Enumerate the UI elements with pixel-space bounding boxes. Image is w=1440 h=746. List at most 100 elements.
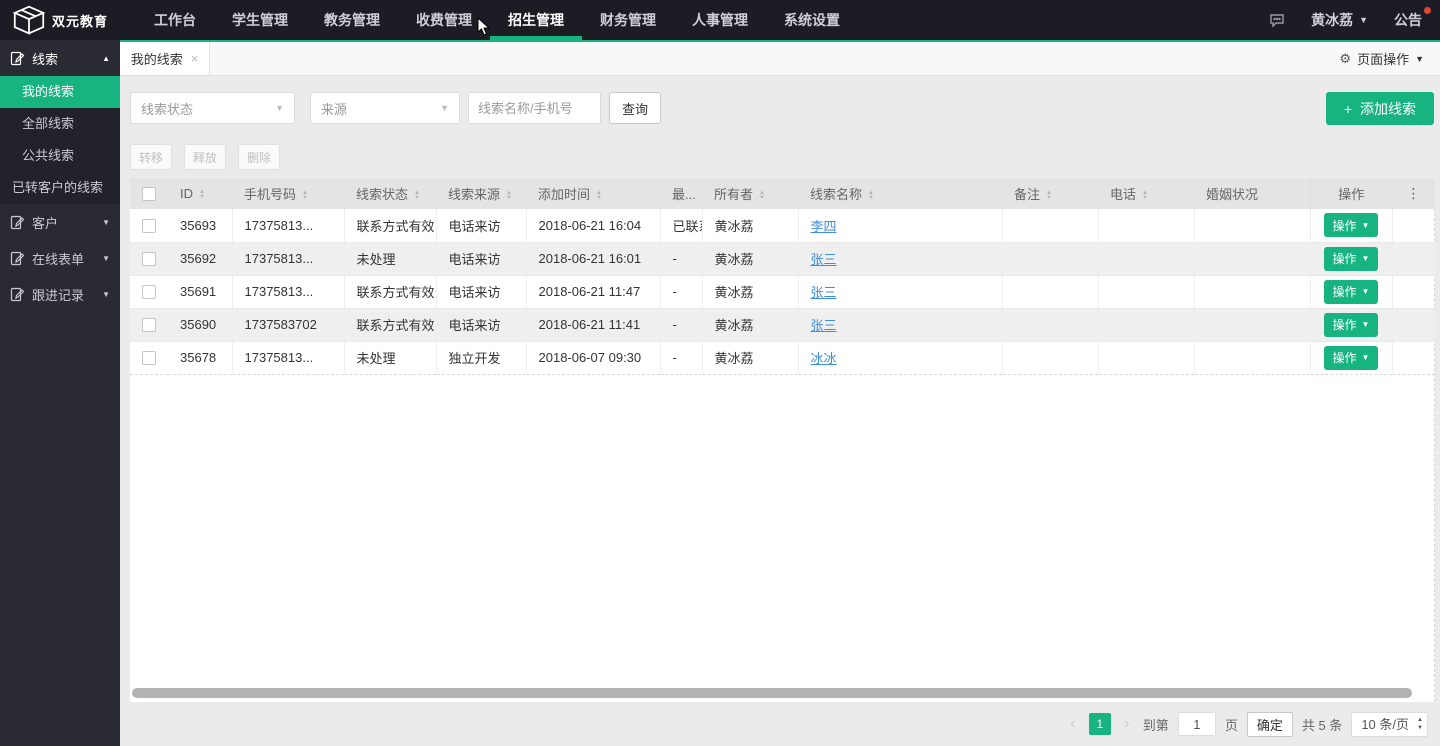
page-actions-menu[interactable]: ⚙ 页面操作 ▼: [1339, 42, 1440, 75]
sort-icon[interactable]: ▲▼: [596, 191, 602, 201]
goto-page-input[interactable]: [1178, 712, 1216, 736]
nav-item-academic[interactable]: 教务管理: [306, 0, 398, 40]
row-action-button[interactable]: 操作▼: [1324, 313, 1379, 337]
prev-page-icon[interactable]: ‹: [1066, 715, 1080, 733]
page-size-select[interactable]: 10 条/页 ▲▼: [1351, 712, 1428, 737]
confirm-page-button[interactable]: 确定: [1247, 712, 1293, 737]
top-menu: 工作台 学生管理 教务管理 收费管理 招生管理 财务管理 人事管理 系统设置: [136, 0, 858, 40]
scrollbar-thumb[interactable]: [132, 688, 1412, 698]
sort-icon[interactable]: ▲▼: [414, 191, 420, 201]
sidebar-group-customers[interactable]: 客户 ▼: [0, 204, 120, 240]
delete-button[interactable]: 删除: [238, 144, 280, 170]
current-page-button[interactable]: 1: [1089, 713, 1111, 735]
col-id[interactable]: ID▲▼: [168, 178, 232, 209]
col-remark[interactable]: 备注▲▼: [1002, 178, 1098, 209]
tab-bar: 我的线索 × ⚙ 页面操作 ▼: [120, 42, 1440, 76]
nav-item-workbench[interactable]: 工作台: [136, 0, 214, 40]
sort-icon[interactable]: ▲▼: [506, 191, 512, 201]
sort-icon[interactable]: ▲▼: [1142, 191, 1148, 201]
row-checkbox[interactable]: [142, 351, 156, 365]
sidebar-group-followup[interactable]: 跟进记录 ▼: [0, 276, 120, 312]
add-lead-button[interactable]: + 添加线索: [1326, 92, 1434, 125]
nav-item-finance[interactable]: 财务管理: [582, 0, 674, 40]
cell-id: 35678: [168, 341, 232, 374]
table-row: 35678 17375813... 未处理 独立开发 2018-06-07 09…: [130, 341, 1435, 374]
transfer-button[interactable]: 转移: [130, 144, 172, 170]
cell-phone: 17375813...: [232, 209, 344, 242]
col-status[interactable]: 线索状态▲▼: [344, 178, 436, 209]
row-action-button[interactable]: 操作▼: [1324, 346, 1379, 370]
cell-marital: [1194, 308, 1310, 341]
page-actions-label: 页面操作: [1357, 49, 1409, 68]
row-action-button[interactable]: 操作▼: [1324, 280, 1379, 304]
close-icon[interactable]: ×: [191, 51, 199, 66]
col-added-time[interactable]: 添加时间▲▼: [526, 178, 660, 209]
col-recent: 最...: [660, 178, 702, 209]
sidebar-group-label: 跟进记录: [32, 285, 84, 304]
lead-name-link[interactable]: 张三: [811, 252, 837, 267]
row-checkbox[interactable]: [142, 285, 156, 299]
cell-added: 2018-06-07 09:30: [526, 341, 660, 374]
query-button[interactable]: 查询: [609, 92, 661, 124]
cell-recent: -: [660, 341, 702, 374]
nav-item-fees[interactable]: 收费管理: [398, 0, 490, 40]
nav-item-students[interactable]: 学生管理: [214, 0, 306, 40]
release-button[interactable]: 释放: [184, 144, 226, 170]
chevron-down-icon: ▼: [1362, 353, 1370, 362]
cell-phone: 17375813...: [232, 341, 344, 374]
chevron-down-icon: ▼: [1362, 254, 1370, 263]
col-tel[interactable]: 电话▲▼: [1098, 178, 1194, 209]
row-action-button[interactable]: 操作▼: [1324, 213, 1379, 237]
lead-status-select[interactable]: 线索状态 ▼: [130, 92, 295, 124]
row-action-button[interactable]: 操作▼: [1324, 247, 1379, 271]
cell-tel: [1098, 209, 1194, 242]
tab-my-leads[interactable]: 我的线索 ×: [120, 42, 210, 75]
sidebar-item-all-leads[interactable]: 全部线索: [0, 108, 120, 140]
cell-recent: -: [660, 308, 702, 341]
sort-icon[interactable]: ▲▼: [759, 191, 765, 201]
sort-icon[interactable]: ▲▼: [199, 190, 205, 200]
sidebar-item-converted-leads[interactable]: 已转客户的线索: [0, 172, 120, 204]
row-checkbox[interactable]: [142, 318, 156, 332]
next-page-icon[interactable]: ›: [1120, 715, 1134, 733]
leads-grid: ID▲▼ 手机号码▲▼ 线索状态▲▼ 线索来源▲▼ 添加时间▲▼ 最... 所有…: [130, 178, 1435, 702]
cell-status: 联系方式有效: [344, 308, 436, 341]
sidebar-group-leads[interactable]: 线索 ▲: [0, 40, 120, 76]
nav-item-hr[interactable]: 人事管理: [674, 0, 766, 40]
table-row: 35692 17375813... 未处理 电话来访 2018-06-21 16…: [130, 242, 1435, 275]
col-name[interactable]: 线索名称▲▼: [798, 178, 1002, 209]
search-input[interactable]: [468, 92, 601, 124]
lead-name-link[interactable]: 张三: [811, 285, 837, 300]
sidebar-group-online-forms[interactable]: 在线表单 ▼: [0, 240, 120, 276]
horizontal-scrollbar[interactable]: [132, 686, 1412, 700]
col-source[interactable]: 线索来源▲▼: [436, 178, 526, 209]
cell-status: 未处理: [344, 242, 436, 275]
sort-icon[interactable]: ▲▼: [1046, 191, 1052, 201]
sort-icon[interactable]: ▲▼: [302, 191, 308, 201]
lead-name-link[interactable]: 冰冰: [811, 351, 837, 366]
cell-remark: [1002, 308, 1098, 341]
announcement-link[interactable]: 公告: [1394, 10, 1422, 30]
select-all-checkbox[interactable]: [142, 187, 156, 201]
chevron-down-icon: ▼: [440, 103, 449, 113]
row-checkbox[interactable]: [142, 219, 156, 233]
document-icon: [10, 51, 25, 66]
col-phone[interactable]: 手机号码▲▼: [232, 178, 344, 209]
source-select[interactable]: 来源 ▼: [310, 92, 460, 124]
nav-item-settings[interactable]: 系统设置: [766, 0, 858, 40]
sidebar-item-public-leads[interactable]: 公共线索: [0, 140, 120, 172]
col-owner[interactable]: 所有者▲▼: [702, 178, 798, 209]
row-checkbox[interactable]: [142, 252, 156, 266]
column-settings-icon[interactable]: ⋮: [1392, 178, 1435, 209]
table-row: 35693 17375813... 联系方式有效 电话来访 2018-06-21…: [130, 209, 1435, 242]
sort-icon[interactable]: ▲▼: [868, 191, 874, 201]
nav-item-admissions[interactable]: 招生管理: [490, 0, 582, 40]
cell-id: 35690: [168, 308, 232, 341]
document-icon: [10, 287, 25, 302]
user-menu[interactable]: 黄冰荔 ▼: [1311, 10, 1368, 30]
lead-name-link[interactable]: 张三: [811, 318, 837, 333]
cell-marital: [1194, 242, 1310, 275]
chat-icon[interactable]: [1269, 12, 1285, 28]
lead-name-link[interactable]: 李四: [811, 219, 837, 234]
sidebar-item-my-leads[interactable]: 我的线索: [0, 76, 120, 108]
